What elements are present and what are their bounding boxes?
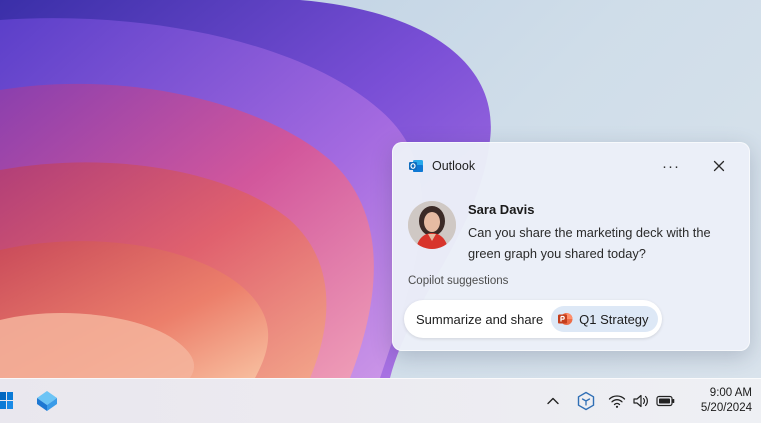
clock-time: 9:00 AM (709, 387, 752, 399)
file-name: Q1 Strategy (579, 311, 649, 327)
desktop: Outlook ··· Sara Davis Can you share the… (0, 0, 761, 378)
powerpoint-icon (557, 311, 573, 327)
volume-icon[interactable] (632, 392, 650, 410)
more-options-button[interactable]: ··· (658, 154, 684, 178)
clock-date: 5/20/2024 (700, 402, 752, 414)
app-name: Outlook (432, 159, 476, 173)
file-chip: Q1 Strategy (551, 306, 658, 332)
avatar (408, 201, 456, 249)
battery-icon[interactable] (656, 393, 676, 409)
summarize-and-share-button[interactable]: Summarize and share Q1 Strategy (404, 300, 662, 338)
copilot-icon[interactable] (576, 391, 596, 411)
wifi-icon[interactable] (608, 392, 626, 410)
message-text: Can you share the marketing deck with th… (468, 225, 711, 261)
system-clock[interactable]: 9:00 AM 5/20/2024 (684, 386, 752, 416)
notification-header: Outlook ··· (408, 156, 736, 176)
suggestion-action-label: Summarize and share (416, 311, 544, 327)
sender-name: Sara Davis (468, 202, 535, 217)
close-icon (713, 160, 725, 172)
start-icon[interactable] (0, 389, 14, 413)
chevron-up-icon[interactable] (545, 393, 561, 409)
outlook-icon (408, 158, 424, 174)
taskbar: 9:00 AM 5/20/2024 (0, 378, 761, 423)
outlook-notification[interactable]: Outlook ··· Sara Davis Can you share the… (392, 142, 750, 351)
close-button[interactable] (706, 154, 732, 178)
app-icon[interactable] (36, 390, 58, 412)
copilot-suggestions-label: Copilot suggestions (408, 275, 509, 287)
